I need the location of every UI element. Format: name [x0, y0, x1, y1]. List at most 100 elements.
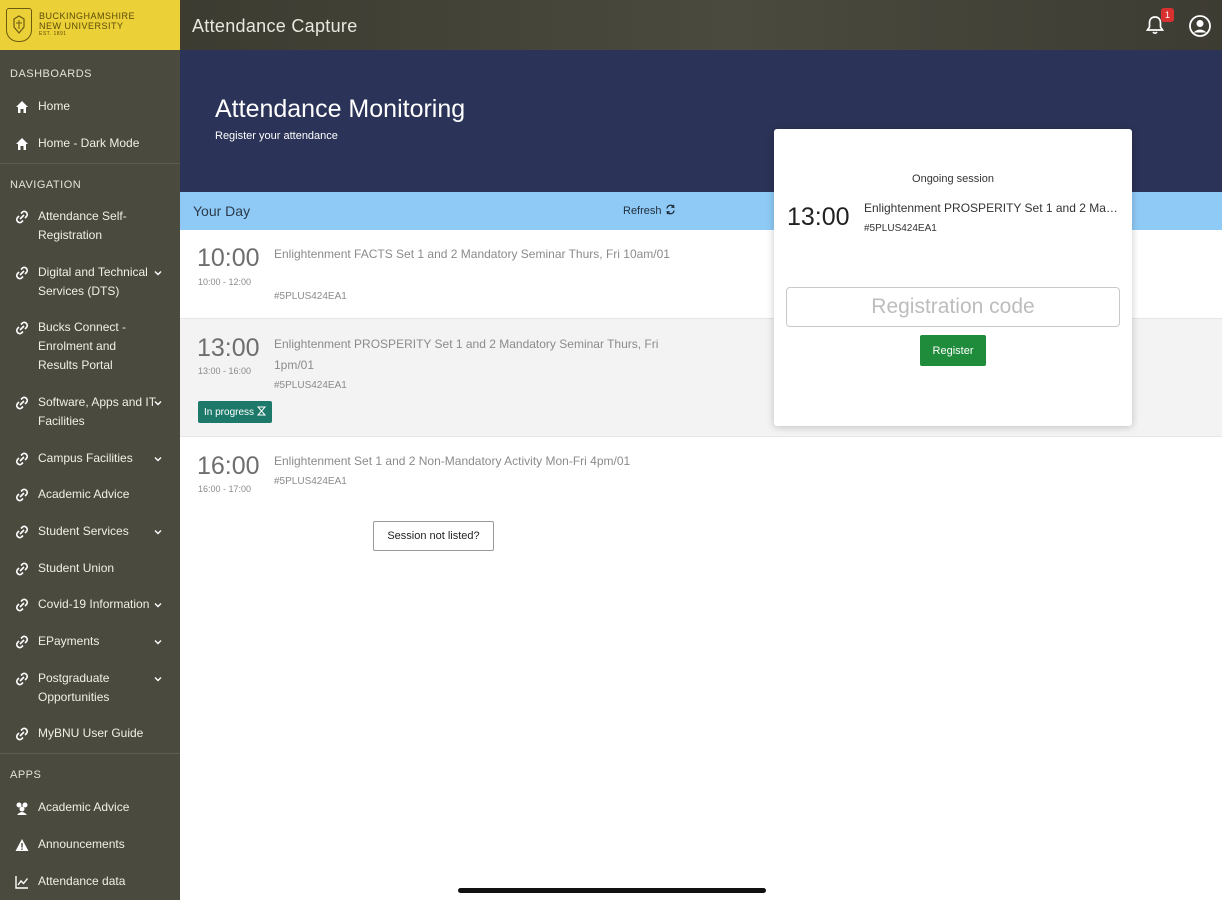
- chevron-down-icon[interactable]: [153, 265, 163, 276]
- users-icon: [14, 800, 30, 816]
- ongoing-session-title: Enlightenment PROSPERITY Set 1 and 2 Man…: [864, 201, 1119, 215]
- sidebar-item-student-services[interactable]: Student Services: [0, 522, 180, 541]
- sidebar-item-label: Academic Advice: [38, 800, 130, 814]
- ongoing-session-code: #5PLUS424EA1: [864, 223, 937, 234]
- sidebar-item-label: Attendance data: [38, 874, 126, 888]
- session-code: #5PLUS424EA1: [274, 476, 347, 487]
- sidebar-heading-dashboards: DASHBOARDS: [10, 68, 93, 80]
- session-time: 10:00: [197, 244, 260, 272]
- sidebar-item-attendance-data[interactable]: Attendance data: [0, 872, 180, 891]
- sidebar-item-label: Announcements: [38, 837, 125, 851]
- link-icon: [14, 487, 30, 503]
- sidebar-divider: [0, 163, 180, 164]
- chevron-down-icon[interactable]: [153, 524, 163, 535]
- sidebar-item-campus-facilities[interactable]: Campus Facilities: [0, 449, 180, 468]
- university-logo[interactable]: BUCKINGHAMSHIRE NEW UNIVERSITY EST. 1891: [0, 0, 180, 50]
- sidebar-item-postgraduate-opportunities[interactable]: Postgraduate Opportunities: [0, 669, 180, 707]
- link-icon: [14, 320, 30, 336]
- chevron-down-icon[interactable]: [153, 597, 163, 608]
- sidebar-item-label: Bucks Connect - Enrolment and Results Po…: [38, 320, 127, 372]
- link-icon: [14, 395, 30, 411]
- ongoing-session-label: Ongoing session: [912, 173, 994, 185]
- sidebar-item-bucks-connect[interactable]: Bucks Connect - Enrolment and Results Po…: [0, 318, 180, 375]
- sidebar-item-attendance-self-registration[interactable]: Attendance Self-Registration: [0, 207, 180, 245]
- app-title: Attendance Capture: [192, 16, 358, 36]
- sidebar-item-label: Postgraduate Opportunities: [38, 671, 110, 704]
- chevron-down-icon[interactable]: [153, 634, 163, 645]
- session-row[interactable]: 16:00 16:00 - 17:00 Enlightenment Set 1 …: [180, 437, 1222, 507]
- sidebar-item-label: Student Union: [38, 561, 115, 575]
- home-indicator: [458, 888, 766, 893]
- session-title: Enlightenment Set 1 and 2 Non-Mandatory …: [274, 454, 631, 468]
- sidebar-item-home-dark-mode[interactable]: Home - Dark Mode: [0, 134, 180, 153]
- sidebar-item-software-apps[interactable]: Software, Apps and IT Facilities: [0, 393, 180, 431]
- session-title: Enlightenment FACTS Set 1 and 2 Mandator…: [274, 247, 670, 261]
- page-title: Attendance Monitoring: [215, 95, 466, 123]
- link-icon: [14, 561, 30, 577]
- sidebar-item-label: Software, Apps and IT Facilities: [38, 395, 156, 428]
- sidebar: DASHBOARDS Home Home - Dark Mode NAVIGAT…: [0, 50, 180, 900]
- sidebar-divider: [0, 753, 180, 754]
- sidebar-item-covid-information[interactable]: Covid-19 Information: [0, 595, 180, 614]
- session-time-range: 16:00 - 17:00: [198, 484, 252, 494]
- ongoing-session-time: 13:00: [787, 203, 850, 231]
- session-time: 16:00: [197, 452, 260, 480]
- link-icon: [14, 451, 30, 467]
- sidebar-item-announcements[interactable]: Announcements: [0, 835, 180, 854]
- link-icon: [14, 265, 30, 281]
- sidebar-heading-navigation: NAVIGATION: [10, 179, 82, 191]
- logo-line-3: EST. 1891: [39, 31, 67, 38]
- sidebar-item-label: Home: [38, 99, 71, 113]
- link-icon: [14, 209, 30, 225]
- sidebar-item-label: Academic Advice: [38, 487, 130, 501]
- ongoing-session-card: Ongoing session 13:00 Enlightenment PROS…: [774, 129, 1132, 426]
- sidebar-item-label: Home - Dark Mode: [38, 136, 140, 150]
- sidebar-item-label: Campus Facilities: [38, 451, 133, 465]
- status-label: In progress: [204, 406, 255, 418]
- sidebar-item-label: Attendance Self-Registration: [38, 209, 127, 242]
- chevron-down-icon[interactable]: [153, 395, 163, 406]
- page-subtitle: Register your attendance: [215, 130, 338, 142]
- sidebar-item-app-academic-advice[interactable]: Academic Advice: [0, 798, 180, 817]
- sidebar-item-digital-technical-services[interactable]: Digital and Technical Services (DTS): [0, 263, 180, 301]
- chart-icon: [14, 874, 30, 890]
- sidebar-heading-apps: APPS: [10, 769, 42, 781]
- session-code: #5PLUS424EA1: [274, 380, 347, 391]
- session-time: 13:00: [197, 334, 260, 362]
- link-icon: [14, 634, 30, 650]
- chevron-down-icon[interactable]: [153, 451, 163, 462]
- sidebar-item-label: Covid-19 Information: [38, 597, 150, 611]
- sidebar-item-label: Student Services: [38, 524, 129, 538]
- home-icon: [14, 99, 30, 115]
- session-title: Enlightenment PROSPERITY Set 1 and 2 Man…: [274, 337, 659, 372]
- sidebar-item-label: MyBNU User Guide: [38, 726, 144, 740]
- sidebar-item-mybnu-user-guide[interactable]: MyBNU User Guide: [0, 724, 180, 743]
- logo-text: BUCKINGHAMSHIRE NEW UNIVERSITY EST. 1891: [39, 11, 135, 38]
- session-time-range: 10:00 - 12:00: [198, 277, 252, 287]
- user-circle-icon[interactable]: [1188, 14, 1212, 38]
- sidebar-item-home[interactable]: Home: [0, 97, 180, 116]
- refresh-icon: [665, 204, 676, 218]
- registration-code-input[interactable]: [786, 287, 1120, 327]
- link-icon: [14, 597, 30, 613]
- sidebar-item-student-union[interactable]: Student Union: [0, 559, 180, 578]
- your-day-title: Your Day: [193, 203, 251, 219]
- register-button[interactable]: Register: [920, 335, 986, 366]
- session-not-listed-button[interactable]: Session not listed?: [373, 521, 494, 551]
- sidebar-item-academic-advice[interactable]: Academic Advice: [0, 485, 180, 504]
- top-bar: BUCKINGHAMSHIRE NEW UNIVERSITY EST. 1891: [0, 0, 1222, 50]
- sidebar-item-epayments[interactable]: EPayments: [0, 632, 180, 651]
- link-icon: [14, 726, 30, 742]
- link-icon: [14, 524, 30, 540]
- link-icon: [14, 671, 30, 687]
- crest-icon: [6, 8, 32, 42]
- warning-icon: [14, 837, 30, 853]
- session-time-range: 13:00 - 16:00: [198, 366, 252, 376]
- refresh-button[interactable]: Refresh: [623, 204, 676, 218]
- refresh-label: Refresh: [623, 205, 662, 217]
- session-code: #5PLUS424EA1: [274, 291, 347, 302]
- sidebar-item-label: EPayments: [38, 634, 100, 648]
- in-progress-badge[interactable]: In progress: [198, 401, 273, 423]
- chevron-down-icon[interactable]: [153, 671, 163, 682]
- sidebar-item-label: Digital and Technical Services (DTS): [38, 265, 148, 298]
